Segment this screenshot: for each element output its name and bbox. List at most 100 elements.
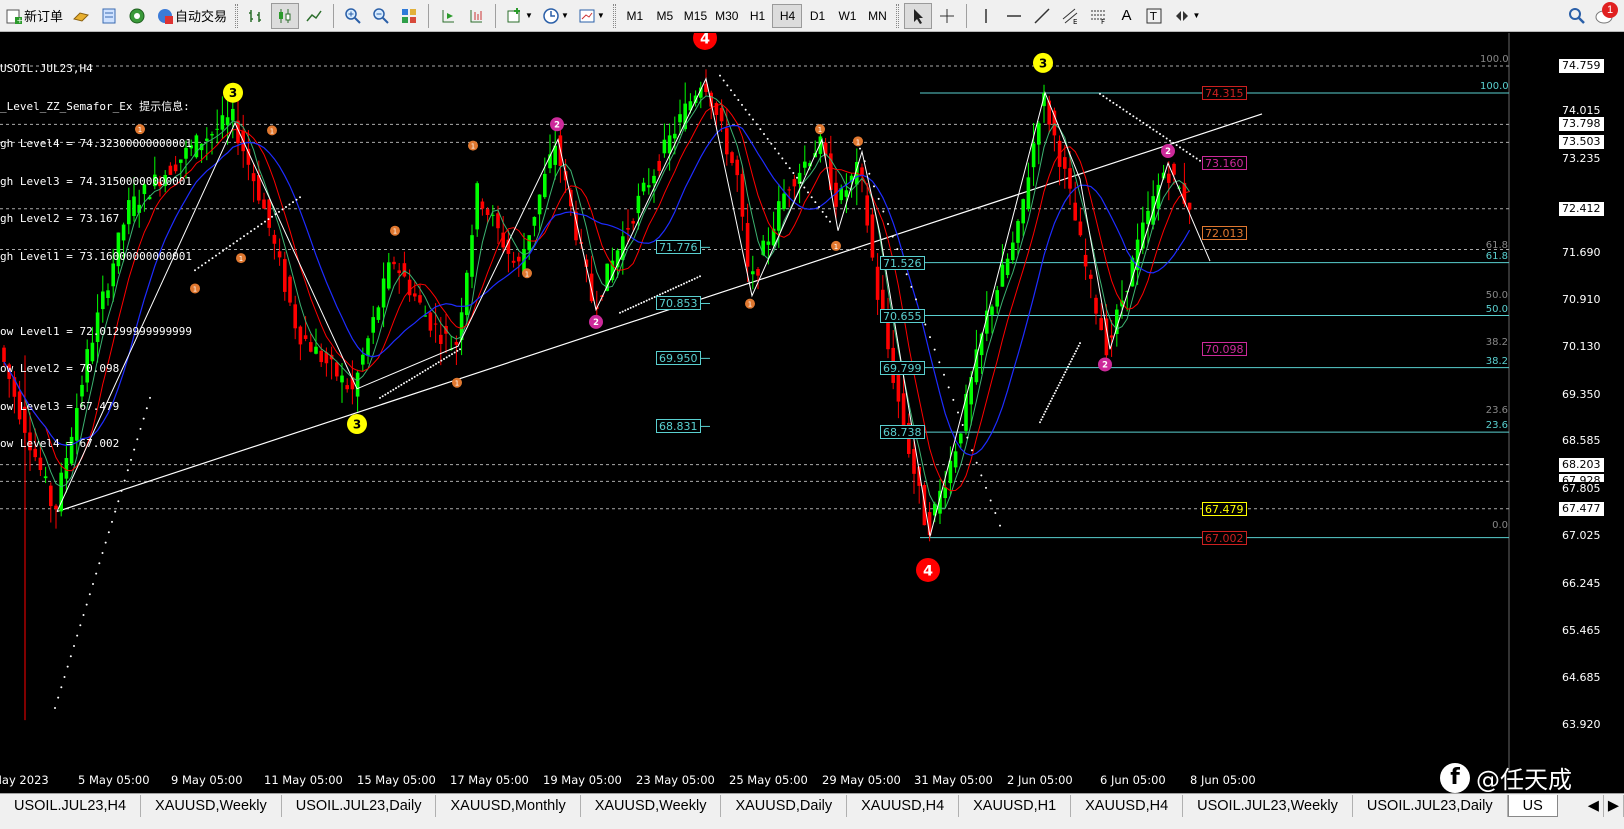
timeframe-m1[interactable]: M1 xyxy=(620,4,650,28)
timeframe-d1[interactable]: D1 xyxy=(802,4,832,28)
candle-bear xyxy=(277,251,282,258)
projection-dots xyxy=(250,230,252,233)
chart-area[interactable]: 433432222111111111111 xyxy=(0,33,1624,793)
projection-dots xyxy=(395,387,397,390)
toolbar-grip[interactable] xyxy=(896,3,900,28)
projection-dots xyxy=(785,162,787,165)
auto-scroll-button[interactable] xyxy=(435,3,461,29)
toolbar-separator xyxy=(495,3,497,28)
notifications-button[interactable]: 1 xyxy=(1592,1,1618,29)
equidistant-channel-button[interactable]: E xyxy=(1057,3,1083,29)
cursor-button[interactable] xyxy=(904,2,933,29)
fibonacci-button[interactable]: F xyxy=(1085,3,1111,29)
data-window-icon xyxy=(99,6,119,26)
price-scale-label: 72.412 xyxy=(1559,201,1604,216)
zoom-out-button[interactable] xyxy=(368,3,394,29)
timeframe-w1[interactable]: W1 xyxy=(832,4,862,28)
chart-tab[interactable]: XAUUSD,H4 xyxy=(847,795,960,817)
horizontal-line-button[interactable] xyxy=(1001,3,1027,29)
line-chart-button[interactable] xyxy=(301,3,327,29)
timeframe-mn[interactable]: MN xyxy=(862,4,892,28)
projection-dots xyxy=(1172,141,1175,144)
bar-chart-button[interactable] xyxy=(243,3,269,29)
projection-dots xyxy=(1105,97,1108,100)
vertical-line-button[interactable] xyxy=(973,3,999,29)
candle-bull xyxy=(844,190,849,197)
tab-scroll-left-button[interactable]: ◀ xyxy=(1583,795,1604,817)
projection-dots xyxy=(101,551,104,554)
semafor-label: 2 xyxy=(1102,360,1108,370)
data-window-button[interactable] xyxy=(96,3,122,29)
chart-tab[interactable]: XAUUSD,Daily xyxy=(721,795,848,817)
candle-bear xyxy=(454,341,459,345)
candle-bull xyxy=(340,375,344,383)
projection-dots xyxy=(755,123,758,126)
projection-dots xyxy=(737,98,740,101)
projection-dots xyxy=(719,74,721,77)
timeframe-h1[interactable]: H1 xyxy=(742,4,772,28)
toolbar-grip[interactable] xyxy=(235,3,239,28)
cursor-arrow-icon xyxy=(908,6,928,26)
projection-dots xyxy=(664,291,667,294)
crosshair-button[interactable] xyxy=(934,3,960,29)
candle-bear xyxy=(745,223,750,267)
candle-bull xyxy=(215,128,219,130)
chart-tab-active[interactable]: US xyxy=(1507,795,1558,817)
projection-dots xyxy=(381,395,384,398)
chart-shift-button[interactable] xyxy=(463,3,489,29)
info-line: _Level_ZZ_Semafor_Ex 提示信息: xyxy=(0,99,190,113)
projection-dots xyxy=(966,436,969,439)
chart-tab[interactable]: XAUUSD,Weekly xyxy=(580,795,722,817)
semafor-level-box: 74.315 xyxy=(1202,85,1247,100)
chart-canvas: 4334322221 11111111111 xyxy=(0,33,1510,773)
chart-tab[interactable]: XAUUSD,Monthly xyxy=(436,795,581,817)
chart-tab[interactable]: USOIL.JUL23,Daily xyxy=(281,795,437,817)
search-button[interactable] xyxy=(1564,3,1590,29)
candle-bear xyxy=(1078,221,1083,236)
chart-tab[interactable]: USOIL.JUL23,Daily xyxy=(1352,795,1508,817)
candlestick-button[interactable] xyxy=(271,2,300,29)
tile-windows-button[interactable] xyxy=(396,3,422,29)
template-icon xyxy=(577,6,597,26)
projection-dots xyxy=(92,582,94,585)
timeframe-m5[interactable]: M5 xyxy=(650,4,680,28)
autotrade-button[interactable]: 自动交易 xyxy=(152,3,230,29)
market-watch-button[interactable] xyxy=(68,3,94,29)
text-label-button[interactable]: T xyxy=(1141,3,1167,29)
candle-bull xyxy=(751,271,755,275)
navigator-button[interactable] xyxy=(124,3,150,29)
chart-tab[interactable]: XAUUSD,Weekly xyxy=(141,795,282,817)
indicators-button[interactable]: ▼ xyxy=(502,3,536,29)
tab-scroll-right-button[interactable]: ▶ xyxy=(1603,795,1624,817)
chart-tab[interactable]: XAUUSD,H4 xyxy=(1071,795,1184,817)
projection-dots xyxy=(859,147,861,150)
candle-bull xyxy=(210,134,214,136)
candle-bear xyxy=(418,295,422,303)
projection-dots xyxy=(905,273,908,276)
chart-tab[interactable]: USOIL.JUL23,Weekly xyxy=(1183,795,1353,817)
toolbar-grip[interactable] xyxy=(612,3,616,28)
projection-dots xyxy=(796,176,798,179)
arrows-button[interactable]: ▼ xyxy=(1169,3,1203,29)
timeframe-m15[interactable]: M15 xyxy=(680,4,711,28)
price-scale-label: 65.465 xyxy=(1559,624,1604,639)
candle-bear xyxy=(303,335,308,339)
projection-dots xyxy=(629,306,632,309)
zoom-in-button[interactable] xyxy=(340,3,366,29)
new-order-button[interactable]: + 新订单 xyxy=(1,3,66,29)
periods-button[interactable]: ▼ xyxy=(538,3,572,29)
timeframe-h4[interactable]: H4 xyxy=(772,3,803,28)
projection-dots xyxy=(1069,360,1072,363)
price-scale-label: 73.503 xyxy=(1559,135,1604,150)
projection-dots xyxy=(88,593,91,596)
templates-button[interactable]: ▼ xyxy=(574,3,608,29)
projection-dots xyxy=(999,524,1001,527)
projection-dots xyxy=(60,686,63,689)
candle-bull xyxy=(371,317,375,333)
timeframe-m30[interactable]: M30 xyxy=(711,4,742,28)
chart-tab[interactable]: XAUUSD,H1 xyxy=(959,795,1072,817)
projection-dots xyxy=(1079,342,1081,345)
text-button[interactable]: A xyxy=(1113,3,1139,29)
chart-tab[interactable]: USOIL.JUL23,H4 xyxy=(0,795,142,817)
trendline-button[interactable] xyxy=(1029,3,1055,29)
